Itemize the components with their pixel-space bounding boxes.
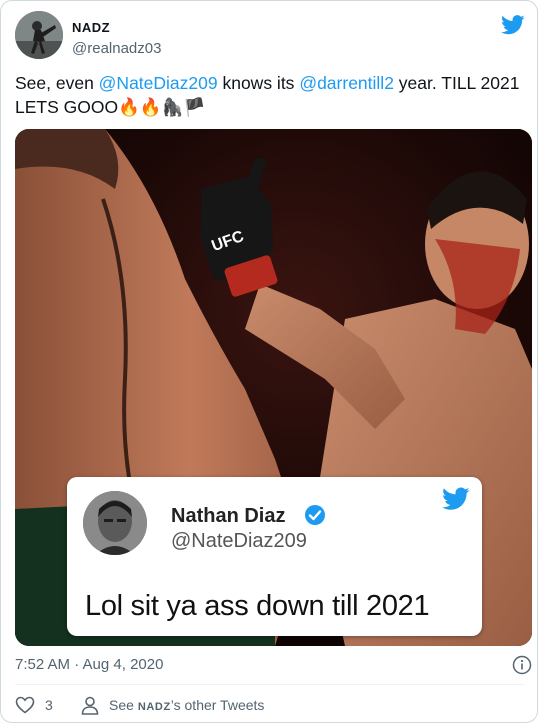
author-display-name[interactable]: NADZ — [72, 20, 110, 35]
mention-link[interactable]: @NateDiaz209 — [99, 73, 218, 93]
tweet-card: NADZ @realnadz03 See, even @NateDiaz209 … — [0, 0, 538, 723]
twitter-bird-icon[interactable] — [501, 15, 525, 35]
tweet-timestamp[interactable]: 7:52 AM · Aug 4, 2020 — [15, 656, 163, 673]
verified-badge-icon — [305, 505, 325, 525]
embedded-author-avatar — [83, 491, 147, 555]
tweet-text-part: knows its — [217, 73, 300, 93]
see-other-prefix: See — [109, 697, 138, 713]
tweet-text: See, even @NateDiaz209 knows its @darren… — [15, 71, 525, 119]
author-avatar[interactable] — [15, 11, 63, 59]
embedded-tweet-screenshot: Nathan Diaz @NateDiaz209 Lol sit ya ass … — [67, 477, 482, 636]
info-icon[interactable] — [512, 655, 532, 675]
tweet-header: NADZ @realnadz03 — [15, 11, 525, 63]
embedded-tweet-text: Lol sit ya ass down till 2021 — [85, 590, 430, 622]
like-count[interactable]: 3 — [45, 697, 53, 713]
person-icon[interactable] — [81, 696, 99, 715]
see-other-tweets-link[interactable]: See NADZ’s other Tweets — [109, 697, 264, 713]
twitter-bird-icon — [442, 487, 470, 510]
tweet-media-photo[interactable]: UFC Nathan Diaz @NateDiaz209 Lol sit ya … — [15, 129, 532, 646]
author-handle[interactable]: @realnadz03 — [72, 40, 161, 57]
tweet-text-part: See, even — [15, 73, 99, 93]
heart-icon[interactable] — [15, 696, 35, 714]
divider — [15, 684, 525, 685]
tweet-actions: 3 See NADZ’s other Tweets — [15, 695, 525, 717]
see-other-suffix: ’s other Tweets — [170, 697, 265, 713]
embedded-handle: @NateDiaz209 — [171, 530, 307, 552]
mention-link[interactable]: @darrentill2 — [299, 73, 394, 93]
see-other-author-name: NADZ — [137, 701, 171, 713]
embedded-display-name: Nathan Diaz — [171, 505, 286, 527]
tweet-emojis: 🔥🔥🦍🏴 — [118, 97, 206, 117]
